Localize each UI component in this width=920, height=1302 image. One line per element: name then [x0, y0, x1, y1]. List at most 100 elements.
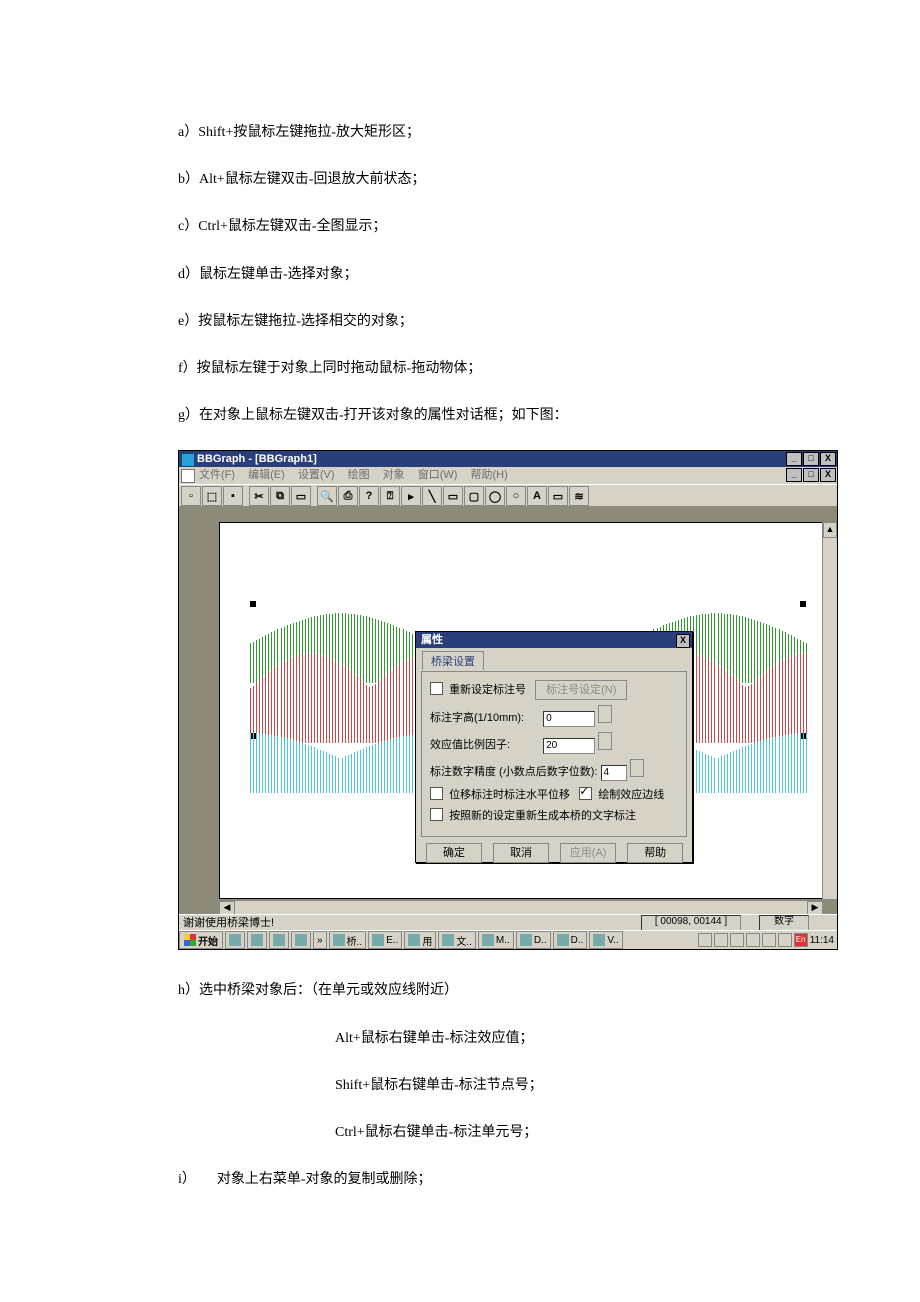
maximize-button[interactable]: □ — [803, 452, 819, 466]
scroll-right-icon[interactable]: ▶ — [807, 901, 823, 915]
horizontal-scrollbar[interactable]: ◀ ▶ — [219, 900, 823, 915]
taskbar-task[interactable]: 文.. — [438, 931, 476, 949]
tray-icon[interactable] — [730, 933, 744, 947]
tb-paste-icon[interactable]: ▭ — [291, 486, 311, 506]
mdi-restore-button[interactable]: □ — [803, 468, 819, 482]
menu-object[interactable]: 对象 — [383, 469, 405, 481]
tray-icon[interactable] — [714, 933, 728, 947]
drawing-canvas[interactable]: 属性 X 桥梁设置 重新设定标注号 标注号设定(N) — [219, 522, 837, 899]
checkbox-horiz[interactable] — [430, 787, 443, 800]
item-h2: Shift+鼠标右键单击-标注节点号； — [100, 1073, 820, 1098]
menu-view[interactable]: 设置(V) — [298, 469, 335, 481]
taskbar-task[interactable]: D.. — [553, 931, 588, 949]
menu-help[interactable]: 帮助(H) — [470, 469, 507, 481]
spin-font-height[interactable] — [598, 705, 612, 723]
system-tray[interactable]: En 11:14 — [698, 933, 837, 947]
tb-help-icon[interactable]: ? — [359, 486, 379, 506]
quick-launch-more[interactable]: » — [313, 931, 327, 949]
task-label: D.. — [571, 935, 584, 946]
task-icon — [408, 934, 420, 946]
spin-factor[interactable] — [598, 732, 612, 750]
tray-icon[interactable] — [778, 933, 792, 947]
tb-circle-icon[interactable]: ○ — [506, 486, 526, 506]
status-bar: 谢谢使用桥梁博士! [ 00098, 00144 ] 数字 — [179, 914, 837, 931]
close-button[interactable]: X — [820, 452, 836, 466]
item-g: g）在对象上鼠标左键双击-打开该对象的属性对话框；如下图： — [100, 403, 820, 428]
window-titlebar[interactable]: BBGraph - [BBGraph1] _ □ X — [179, 451, 837, 467]
start-button[interactable]: 开始 — [179, 931, 223, 949]
tb-save-icon[interactable]: ▪ — [223, 486, 243, 506]
item-h: h）选中桥梁对象后：（在单元或效应线附近） — [100, 978, 820, 1003]
tb-text-icon[interactable]: A — [527, 486, 547, 506]
ok-button[interactable]: 确定 — [426, 843, 482, 863]
minimize-button[interactable]: _ — [786, 452, 802, 466]
label-drawline: 绘制效应边线 — [598, 786, 664, 802]
quick-launch[interactable] — [247, 931, 267, 949]
scroll-left-icon[interactable]: ◀ — [219, 901, 235, 915]
dialog-titlebar[interactable]: 属性 X — [416, 632, 692, 648]
input-precision[interactable]: 4 — [601, 765, 627, 781]
input-font-height[interactable]: 0 — [543, 711, 595, 727]
mdi-doc-icon[interactable] — [181, 469, 195, 483]
mdi-minimize-button[interactable]: _ — [786, 468, 802, 482]
tb-copy-icon[interactable]: ⧉ — [270, 486, 290, 506]
item-b: b）Alt+鼠标左键双击-回退放大前状态； — [100, 167, 820, 192]
scroll-up-icon[interactable]: ▲ — [823, 522, 837, 538]
checkbox-drawline[interactable] — [579, 787, 592, 800]
tb-print-icon[interactable]: ⎙ — [338, 486, 358, 506]
taskbar-task[interactable]: 桥.. — [329, 931, 367, 949]
help-button[interactable]: 帮助 — [627, 843, 683, 863]
menu-edit[interactable]: 编辑(E) — [248, 469, 285, 481]
checkbox-regen[interactable] — [430, 808, 443, 821]
apply-button[interactable]: 应用(A) — [560, 843, 616, 863]
tray-icon[interactable] — [746, 933, 760, 947]
taskbar-task[interactable]: 用 — [404, 931, 436, 949]
tray-icon[interactable] — [762, 933, 776, 947]
tb-roundrect-icon[interactable]: ▢ — [464, 486, 484, 506]
tb-ellipse-icon[interactable]: ◯ — [485, 486, 505, 506]
tb-whatsthis-icon[interactable]: ⍰ — [380, 486, 400, 506]
quick-launch[interactable] — [225, 931, 245, 949]
taskbar-task[interactable]: E.. — [368, 931, 402, 949]
taskbar-task[interactable]: M.. — [478, 931, 514, 949]
item-f: f）按鼠标左键于对象上同时拖动鼠标-拖动物体； — [100, 356, 820, 381]
tb-line-icon[interactable]: ╲ — [422, 486, 442, 506]
tb-preview-icon[interactable]: 🔍 — [317, 486, 337, 506]
tray-icon[interactable] — [698, 933, 712, 947]
tray-ime-icon[interactable]: En — [794, 933, 808, 947]
btn-label-setting[interactable]: 标注号设定(N) — [535, 680, 627, 700]
properties-dialog[interactable]: 属性 X 桥梁设置 重新设定标注号 标注号设定(N) — [415, 631, 693, 863]
tab-bridge-settings[interactable]: 桥梁设置 — [422, 651, 484, 670]
tb-open-icon[interactable]: ⬚ — [202, 486, 222, 506]
item-i: i） 对象上右菜单-对象的复制或删除； — [100, 1167, 820, 1192]
checkbox-relabel[interactable] — [430, 682, 443, 695]
spin-precision[interactable] — [630, 759, 644, 777]
input-factor[interactable]: 20 — [543, 738, 595, 754]
screenshot-bbgraph: BBGraph - [BBGraph1] _ □ X 文件(F) 编辑(E) 设… — [178, 450, 838, 950]
quick-launch[interactable] — [291, 931, 311, 949]
tb-image-icon[interactable]: ▭ — [548, 486, 568, 506]
tb-rect-icon[interactable]: ▭ — [443, 486, 463, 506]
menu-file[interactable]: 文件(F) — [199, 469, 235, 481]
quick-launch[interactable] — [269, 931, 289, 949]
cancel-button[interactable]: 取消 — [493, 843, 549, 863]
task-icon — [482, 934, 494, 946]
menubar[interactable]: 文件(F) 编辑(E) 设置(V) 绘图 对象 窗口(W) 帮助(H) — [179, 467, 837, 484]
tb-new-icon[interactable]: ▫ — [181, 486, 201, 506]
menu-window[interactable]: 窗口(W) — [418, 469, 458, 481]
task-icon — [372, 934, 384, 946]
tb-bridge-icon[interactable]: ≋ — [569, 486, 589, 506]
dialog-close-icon[interactable]: X — [676, 634, 690, 648]
vertical-scrollbar[interactable]: ▲ — [822, 522, 837, 899]
menu-draw[interactable]: 绘图 — [348, 469, 370, 481]
taskbar-task[interactable]: D.. — [516, 931, 551, 949]
mdi-close-button[interactable]: X — [820, 468, 836, 482]
taskbar-task[interactable]: V.. — [589, 931, 622, 949]
dialog-body: 重新设定标注号 标注号设定(N) 标注字高(1/10mm): 0 效应值比例因子… — [421, 671, 687, 837]
task-label: D.. — [534, 935, 547, 946]
taskbar[interactable]: 开始 » 桥..E..用文..M.. D.. D.. V.. En 11:14 — [179, 930, 837, 949]
tb-pointer-icon[interactable]: ▸ — [401, 486, 421, 506]
label-horiz: 位移标注时标注水平位移 — [449, 786, 570, 802]
item-a: a）Shift+按鼠标左键拖拉-放大矩形区； — [100, 120, 820, 145]
tb-cut-icon[interactable]: ✂ — [249, 486, 269, 506]
